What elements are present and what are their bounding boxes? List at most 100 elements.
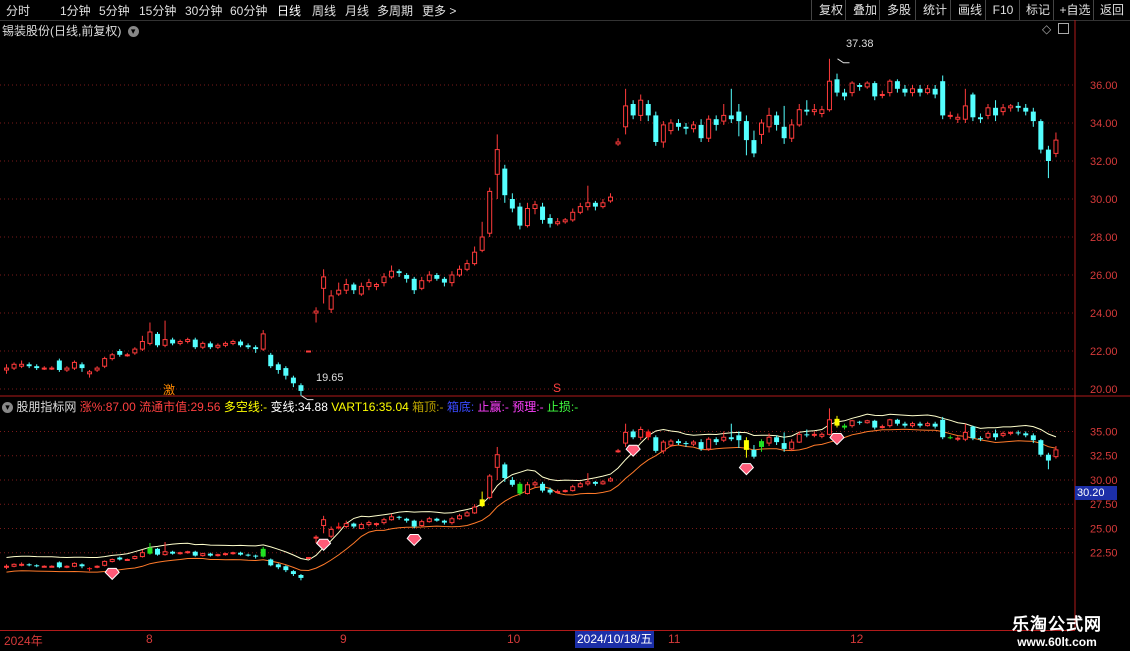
zhisun-label: 止损:	[546, 400, 575, 414]
sub-y-tick: 32.50	[1090, 451, 1118, 463]
indicator-candle	[766, 436, 772, 444]
price-candle	[857, 85, 863, 87]
tab-more[interactable]: 更多 >	[422, 2, 456, 19]
indicator-candle	[313, 536, 319, 539]
draw-line-button[interactable]: 画线	[950, 0, 989, 20]
price-candle	[993, 107, 999, 116]
price-candle	[343, 284, 349, 291]
price-candle	[623, 105, 629, 128]
chevron-down-icon[interactable]: ▾	[2, 402, 13, 413]
price-candle	[796, 109, 802, 126]
price-candle	[396, 271, 402, 274]
indicator-candle	[1000, 432, 1006, 436]
indicator-candle	[238, 552, 244, 555]
f10-button[interactable]: F10	[985, 0, 1020, 20]
price-candle	[962, 105, 968, 120]
price-candle	[774, 115, 780, 125]
indicator-candle	[109, 558, 115, 562]
indicator-candle	[547, 489, 553, 493]
indicator-header: ▾ 股朋指标网 涨%:87.00 流通市值:29.56 多空线:- 变线:34.…	[2, 398, 578, 415]
mark-button[interactable]: 标记	[1019, 0, 1056, 20]
indicator-candle	[970, 426, 976, 439]
price-candle	[691, 124, 697, 130]
price-candle	[781, 126, 787, 139]
tab-30min[interactable]: 30分钟	[185, 2, 222, 19]
price-candle	[872, 83, 878, 97]
indicator-candle	[774, 437, 780, 443]
indicator-candle	[411, 520, 417, 527]
signal-s-marker: S	[553, 381, 562, 395]
xiangdi-label: 箱底:	[446, 400, 475, 414]
price-candle	[562, 219, 568, 223]
price-candle	[94, 367, 100, 371]
back-button[interactable]: 返回	[1093, 0, 1130, 20]
duokong-value: -	[263, 400, 268, 414]
liutong-value: 29.56	[190, 400, 221, 414]
high-price-label: 37.38	[846, 38, 874, 50]
price-candle	[109, 354, 115, 360]
indicator-candle	[902, 423, 908, 426]
indicator-candle	[1015, 432, 1021, 434]
indicator-candle	[321, 519, 327, 527]
tab-weekly[interactable]: 周线	[312, 2, 336, 19]
tab-5min[interactable]: 5分钟	[99, 2, 130, 19]
tab-fenshi[interactable]: 分时	[6, 2, 30, 19]
indicator-candle	[222, 553, 228, 556]
price-candle	[472, 251, 478, 265]
indicator-candle	[789, 441, 795, 450]
price-candle	[502, 168, 508, 196]
tab-multi-period[interactable]: 多周期	[377, 2, 413, 19]
price-candle	[419, 280, 425, 289]
price-candle	[222, 342, 228, 346]
tab-1min[interactable]: 1分钟	[60, 2, 91, 19]
price-candle	[185, 339, 191, 343]
indicator-candle	[464, 512, 470, 517]
price-candle	[675, 123, 681, 127]
price-candle	[947, 114, 953, 117]
tab-15min[interactable]: 15分钟	[139, 2, 176, 19]
price-candle	[1000, 107, 1006, 113]
price-candle	[170, 339, 176, 344]
price-candle	[517, 206, 523, 226]
price-candle	[298, 385, 304, 391]
price-candle	[192, 339, 198, 348]
stats-button[interactable]: 统计	[915, 0, 954, 20]
price-candle	[1023, 107, 1029, 112]
tab-daily[interactable]: 日线	[277, 2, 301, 19]
indicator-candle	[26, 564, 32, 566]
vart-label: VART16:	[331, 400, 379, 414]
main-y-tick: 24.00	[1090, 308, 1118, 320]
zhisun-value: -	[574, 400, 579, 414]
price-candle	[426, 274, 432, 282]
xiangding-value: -	[439, 400, 444, 414]
price-candle	[434, 275, 440, 279]
price-candle	[1008, 105, 1014, 109]
indicator-candle	[502, 464, 508, 478]
indicator-candle	[1030, 435, 1036, 441]
price-candle	[71, 361, 77, 369]
watermark-url: www.60lt.com	[1017, 635, 1097, 649]
price-candle	[102, 358, 108, 367]
indicator-candle	[570, 486, 576, 492]
indicator-candle	[819, 433, 825, 437]
indicator-candle	[94, 565, 100, 568]
indicator-candle	[328, 528, 334, 537]
indicator-candle	[743, 440, 749, 450]
price-candle	[728, 115, 734, 120]
price-candle	[1015, 105, 1021, 108]
indicator-candle	[200, 553, 206, 557]
indicator-candle	[207, 553, 213, 556]
add-watchlist-button[interactable]: +自选	[1053, 0, 1096, 20]
tab-monthly[interactable]: 月线	[345, 2, 369, 19]
price-candle	[268, 354, 274, 367]
multi-stock-button[interactable]: 多股	[879, 0, 918, 20]
indicator-candle	[555, 491, 561, 494]
tab-60min[interactable]: 60分钟	[230, 2, 267, 19]
indicator-candle	[993, 433, 999, 438]
indicator-candle	[177, 552, 183, 555]
indicator-candle	[562, 490, 568, 493]
price-candle	[494, 149, 500, 175]
indicator-candle	[358, 524, 364, 529]
upper-band-line	[6, 413, 1057, 561]
indicator-name: 股朋指标网	[16, 400, 77, 414]
